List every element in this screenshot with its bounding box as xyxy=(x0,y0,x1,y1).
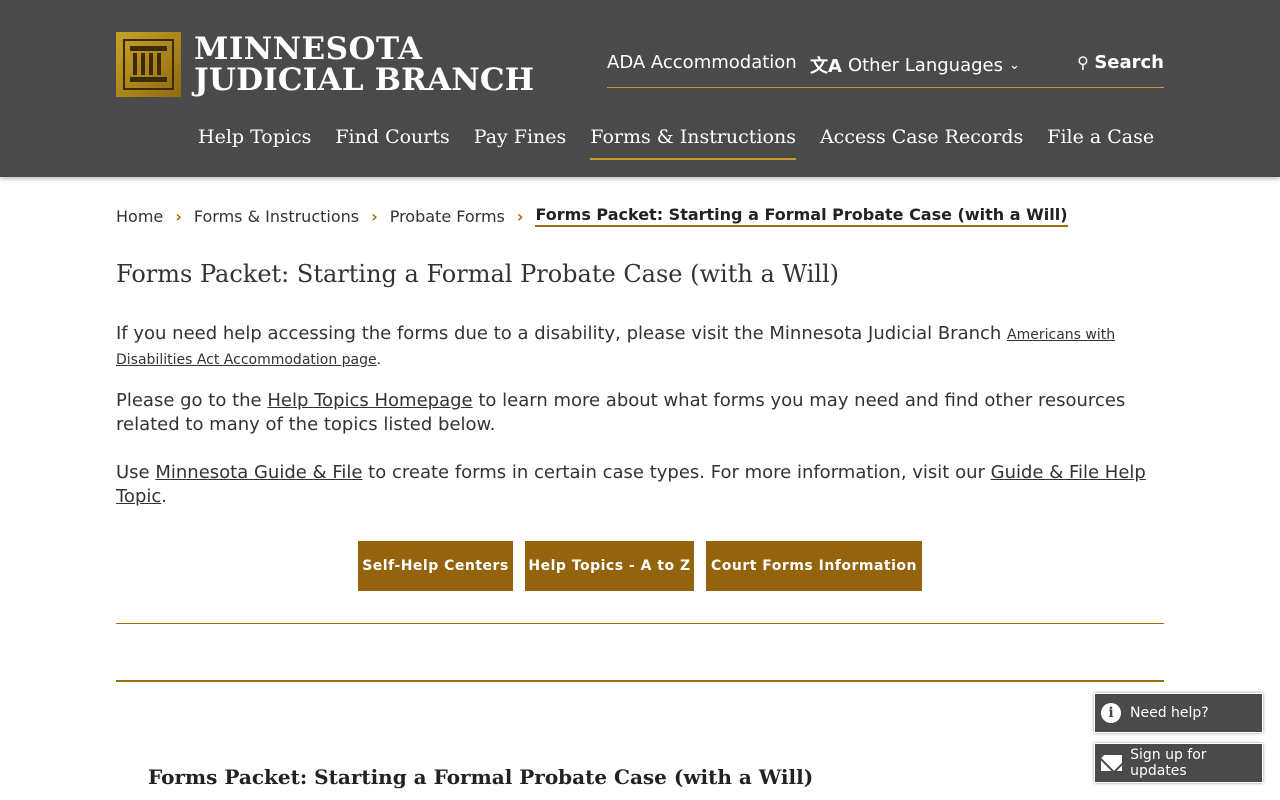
breadcrumb-current: Forms Packet: Starting a Formal Probate … xyxy=(535,205,1068,227)
help-topics-a-to-z-button[interactable]: Help Topics - A to Z xyxy=(525,541,694,591)
guide-file-paragraph: Use Minnesota Guide & File to create for… xyxy=(116,461,1164,509)
self-help-centers-button[interactable]: Self-Help Centers xyxy=(358,541,513,591)
action-buttons: Self-Help Centers Help Topics - A to Z C… xyxy=(358,541,934,591)
courthouse-pillar-icon xyxy=(116,32,181,97)
need-help-button[interactable]: i Need help? xyxy=(1094,693,1263,733)
site-header: MINNESOTA JUDICIAL BRANCH ADA Accommodat… xyxy=(0,0,1280,177)
ada-paragraph-text: If you need help accessing the forms due… xyxy=(116,323,1008,344)
court-forms-information-button[interactable]: Court Forms Information xyxy=(706,541,922,591)
page-title: Forms Packet: Starting a Formal Probate … xyxy=(116,260,840,288)
breadcrumb-forms-instructions[interactable]: Forms & Instructions xyxy=(194,207,359,226)
ada-paragraph: If you need help accessing the forms due… xyxy=(116,322,1164,372)
mail-icon xyxy=(1101,755,1123,771)
help-topics-pre: Please go to the xyxy=(116,390,268,411)
breadcrumb: Home › Forms & Instructions › Probate Fo… xyxy=(116,205,1068,227)
nav-access-case-records[interactable]: Access Case Records xyxy=(820,126,1023,160)
breadcrumb-probate-forms[interactable]: Probate Forms xyxy=(390,207,505,226)
other-languages-label: Other Languages xyxy=(847,54,1003,76)
ada-paragraph-end: . xyxy=(376,352,382,368)
search-label: Search xyxy=(1094,52,1164,73)
divider xyxy=(116,623,1164,624)
logo-line-1: MINNESOTA xyxy=(194,30,423,67)
nav-help-topics[interactable]: Help Topics xyxy=(198,126,311,160)
help-topics-paragraph: Please go to the Help Topics Homepage to… xyxy=(116,389,1164,437)
ada-accommodation-link[interactable]: ADA Accommodation xyxy=(607,52,797,73)
search-icon: ⚲ xyxy=(1076,53,1089,72)
sign-up-label: Sign up for updates xyxy=(1130,747,1207,779)
guide-file-end: . xyxy=(161,486,168,507)
translate-icon: 文A xyxy=(810,56,842,77)
chevron-right-icon: › xyxy=(175,206,182,226)
nav-find-courts[interactable]: Find Courts xyxy=(335,126,449,160)
site-logo[interactable]: MINNESOTA JUDICIAL BRANCH xyxy=(116,32,534,97)
help-topics-homepage-link[interactable]: Help Topics Homepage xyxy=(267,390,472,411)
other-languages-dropdown[interactable]: 文A Other Languages ⌄ xyxy=(810,52,1020,78)
divider xyxy=(116,680,1164,682)
guide-file-mid: to create forms in certain case types. F… xyxy=(362,462,991,483)
minnesota-guide-file-link[interactable]: Minnesota Guide & File xyxy=(155,462,362,483)
section-title: Forms Packet: Starting a Formal Probate … xyxy=(148,765,814,789)
logo-line-2: JUDICIAL BRANCH xyxy=(194,61,535,98)
chevron-down-icon: ⌄ xyxy=(1008,57,1020,73)
nav-file-a-case[interactable]: File a Case xyxy=(1047,126,1154,160)
utility-bar: ADA Accommodation 文A Other Languages ⌄ ⚲… xyxy=(607,50,1164,88)
breadcrumb-home[interactable]: Home xyxy=(116,207,163,226)
logo-text: MINNESOTA JUDICIAL BRANCH xyxy=(194,30,535,98)
nav-forms-instructions[interactable]: Forms & Instructions xyxy=(590,126,796,160)
sign-up-updates-button[interactable]: Sign up for updates xyxy=(1094,743,1263,783)
search-button[interactable]: ⚲ Search xyxy=(1077,52,1164,73)
nav-pay-fines[interactable]: Pay Fines xyxy=(474,126,567,160)
chevron-right-icon: › xyxy=(371,206,378,226)
need-help-label: Need help? xyxy=(1130,705,1209,721)
main-nav: Help Topics Find Courts Pay Fines Forms … xyxy=(198,126,1178,160)
info-icon: i xyxy=(1101,703,1121,723)
chevron-right-icon: › xyxy=(516,206,524,226)
guide-file-pre: Use xyxy=(116,462,156,483)
